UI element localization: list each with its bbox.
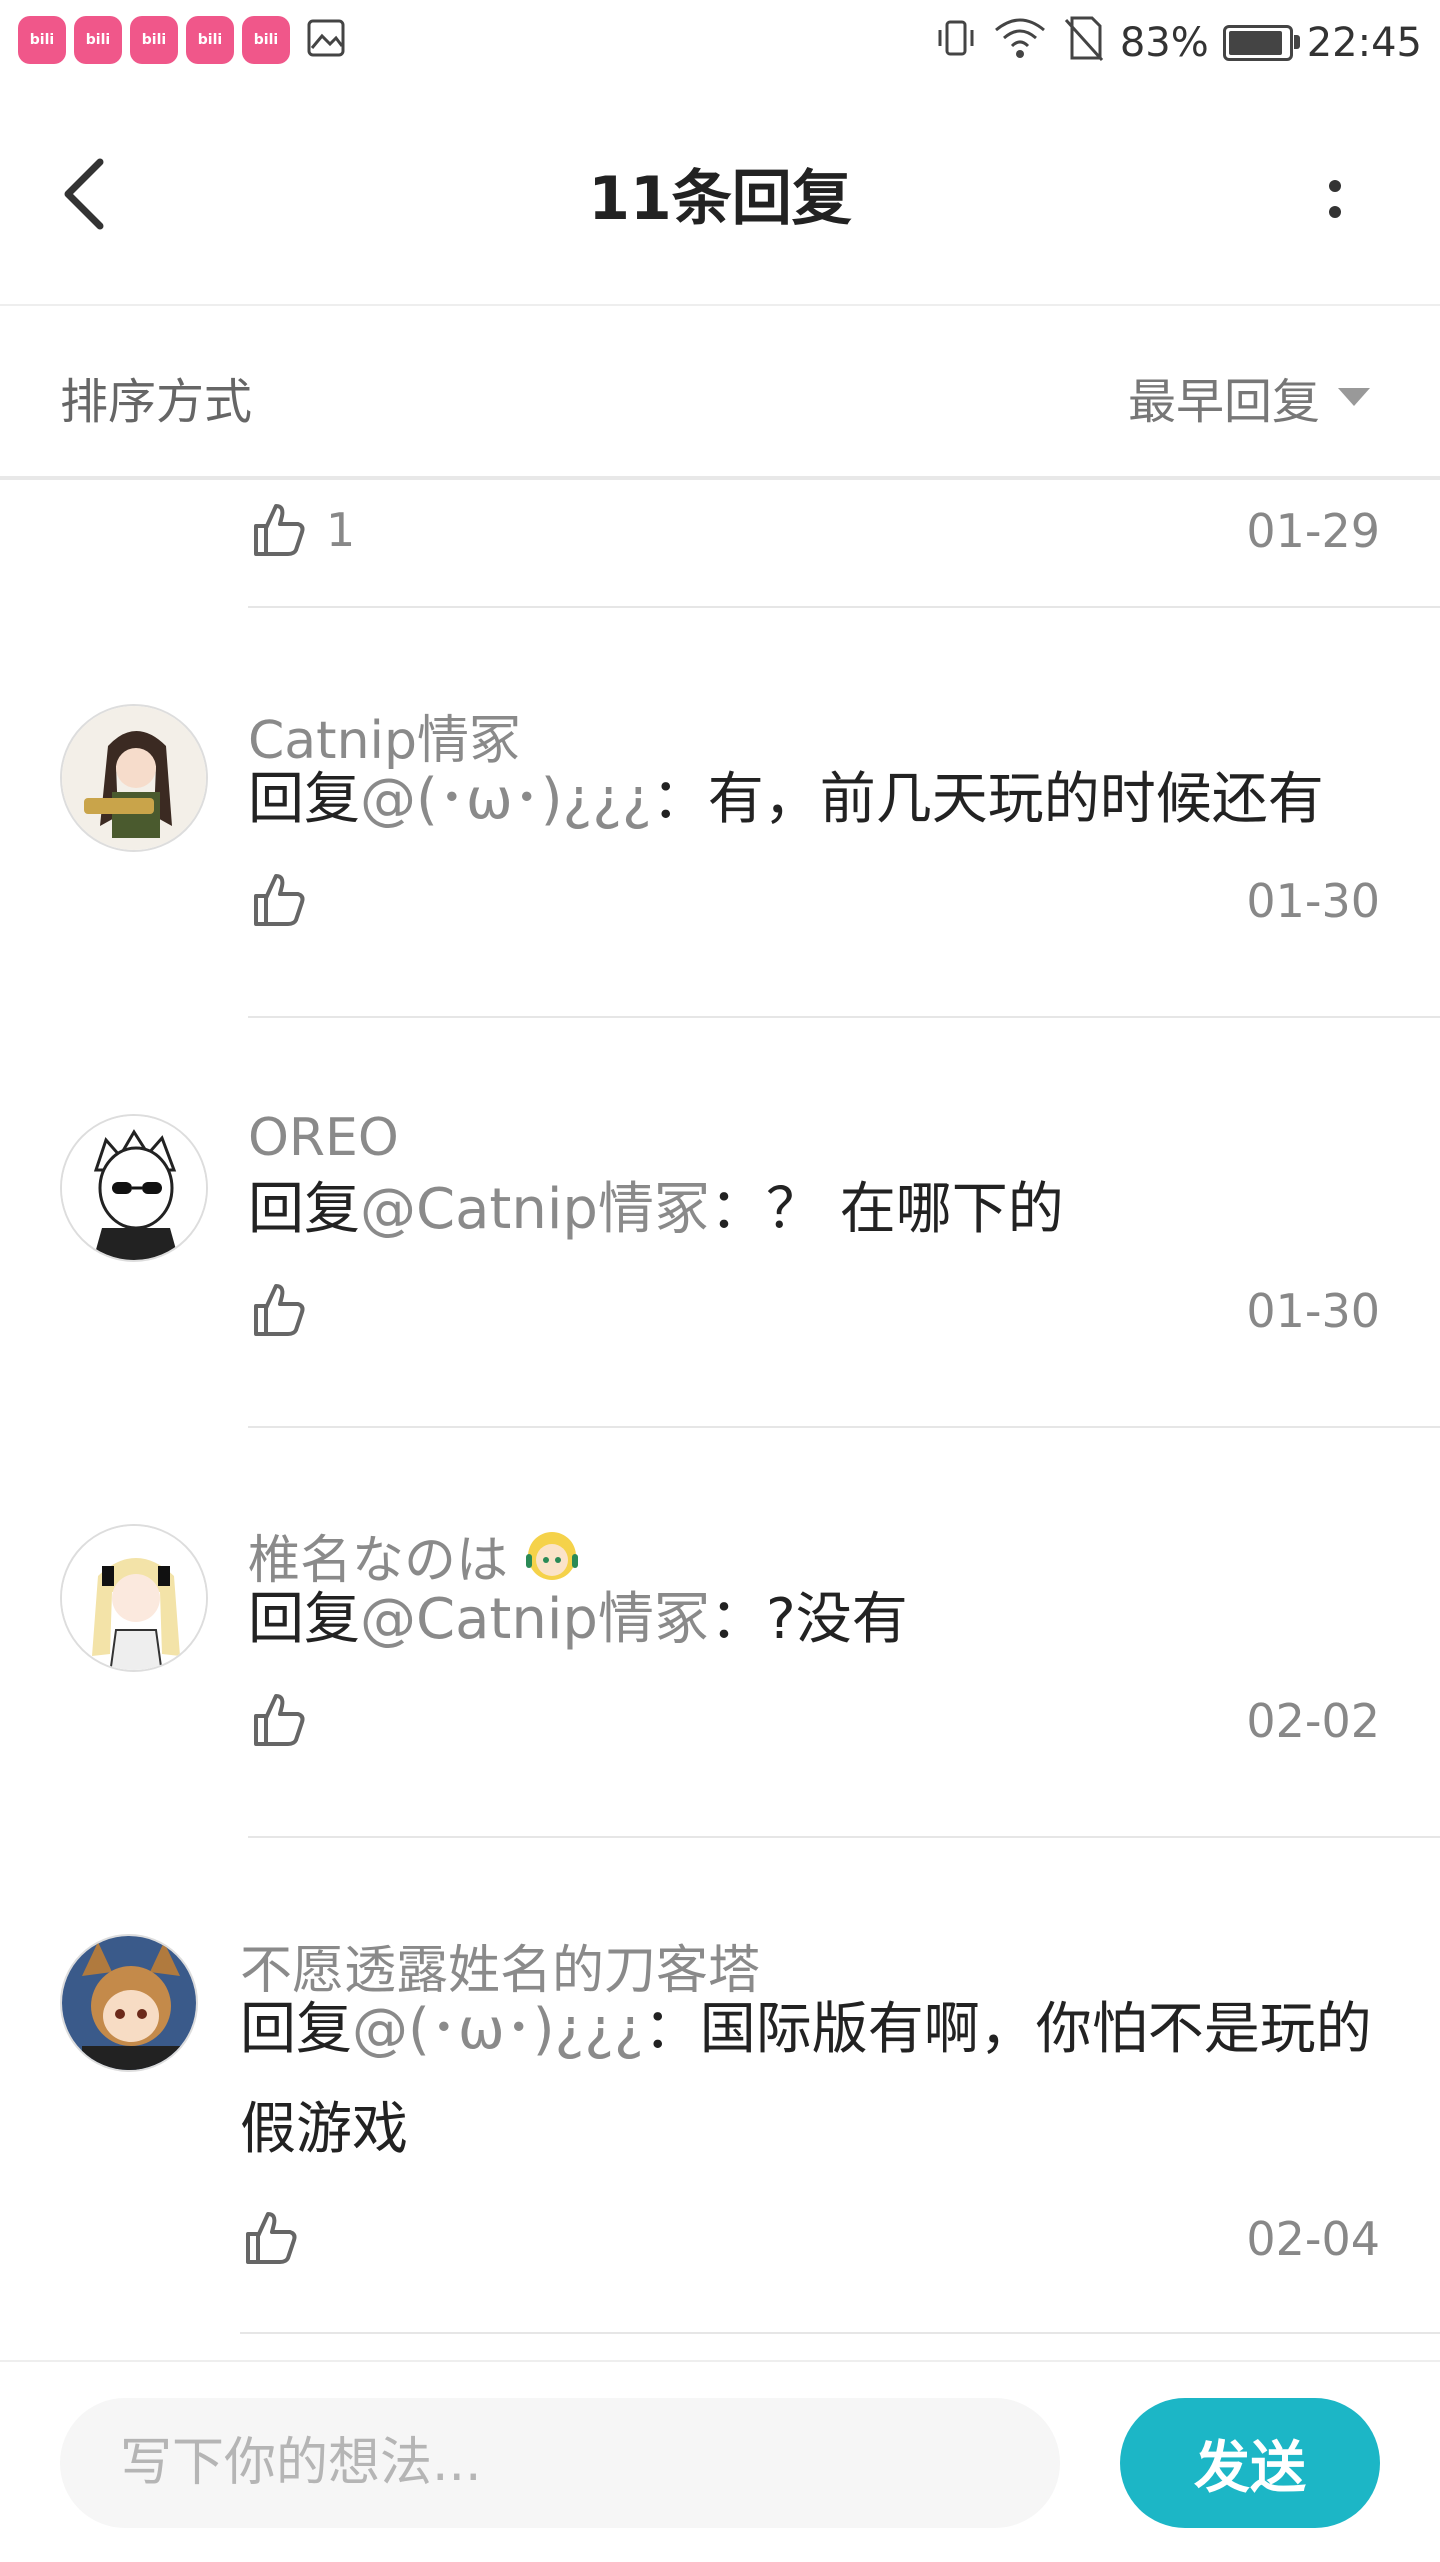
battery-icon bbox=[1222, 25, 1300, 61]
list-item: 1 01-29 bbox=[0, 480, 1440, 608]
bilibili-icon: bili bbox=[18, 16, 66, 64]
avatar[interactable] bbox=[60, 1524, 208, 1672]
reply-body: ：?没有 bbox=[709, 1587, 908, 1652]
dropdown-arrow-icon bbox=[1338, 388, 1370, 406]
reply-prefix: 回复 bbox=[248, 1177, 360, 1242]
thumbs-up-icon bbox=[254, 1694, 305, 1746]
avatar[interactable] bbox=[60, 1114, 208, 1262]
reply-date: 02-02 bbox=[1246, 1694, 1380, 1748]
like-button[interactable]: 1 bbox=[248, 500, 355, 560]
header: 11条回复 bbox=[0, 84, 1440, 306]
mention-link[interactable]: @(･ω･)¿¿¿ bbox=[352, 1997, 644, 2062]
bilibili-icon: bili bbox=[242, 16, 290, 64]
reply-text: 回复@Catnip情冢：？ 在哪下的 bbox=[248, 1160, 1380, 1260]
reply-list: 1 01-29 Catnip情冢 回复@(･ω･)¿¿¿：有，前几天玩的时候还有… bbox=[0, 480, 1440, 2334]
more-dot-icon bbox=[1329, 206, 1341, 218]
bilibili-icon: bili bbox=[74, 16, 122, 64]
no-sim-icon bbox=[1062, 14, 1106, 72]
more-dot-icon bbox=[1329, 180, 1341, 192]
reply-text: 回复@Catnip情冢：?没有 bbox=[248, 1570, 1380, 1670]
bilibili-icon: bili bbox=[130, 16, 178, 64]
clock: 22:45 bbox=[1306, 20, 1422, 66]
thumbs-up-icon bbox=[254, 874, 305, 926]
bilibili-icon: bili bbox=[186, 16, 234, 64]
reply-prefix: 回复 bbox=[248, 767, 360, 832]
wifi-icon bbox=[992, 16, 1048, 70]
list-item: Catnip情冢 回复@(･ω･)¿¿¿：有，前几天玩的时候还有 01-30 bbox=[0, 608, 1440, 1018]
gallery-icon bbox=[304, 16, 348, 60]
more-options-button[interactable] bbox=[1320, 174, 1350, 234]
like-button[interactable] bbox=[248, 1280, 308, 1340]
vibrate-icon bbox=[934, 16, 978, 70]
avatar[interactable] bbox=[60, 704, 208, 852]
reply-date: 02-04 bbox=[1246, 2212, 1380, 2266]
send-button[interactable]: 发送 bbox=[1120, 2398, 1380, 2528]
mention-link[interactable]: @Catnip情冢 bbox=[360, 1587, 710, 1652]
like-count: 1 bbox=[326, 503, 356, 557]
sort-dropdown[interactable]: 最早回复 bbox=[1128, 362, 1370, 432]
sort-selected: 最早回复 bbox=[1127, 374, 1320, 430]
status-bar: bili bili bili bili bili 83% 22:45 bbox=[0, 0, 1440, 84]
reply-text: 回复@(･ω･)¿¿¿：国际版有啊，你怕不是玩的假游戏 bbox=[240, 1980, 1380, 2180]
reply-prefix: 回复 bbox=[248, 1587, 360, 1652]
reply-date: 01-30 bbox=[1246, 1284, 1380, 1338]
mention-link[interactable]: @(･ω･)¿¿¿ bbox=[360, 767, 652, 832]
list-item: 椎名なのは 回复@Catnip情冢：?没有 02-02 bbox=[0, 1428, 1440, 1838]
like-button[interactable] bbox=[240, 2208, 300, 2268]
username[interactable]: OREO bbox=[248, 1108, 399, 1168]
mention-link[interactable]: @Catnip情冢 bbox=[360, 1177, 710, 1242]
reply-date: 01-30 bbox=[1246, 874, 1380, 928]
avatar[interactable] bbox=[60, 1934, 198, 2072]
reply-text: 回复@(･ω･)¿¿¿：有，前几天玩的时候还有 bbox=[248, 750, 1380, 850]
like-button[interactable] bbox=[248, 870, 308, 930]
compose-bar: 发送 bbox=[0, 2360, 1440, 2562]
thumbs-up-icon bbox=[246, 2212, 297, 2264]
page-title: 11条回复 bbox=[588, 164, 852, 234]
reply-prefix: 回复 bbox=[240, 1997, 352, 2062]
reply-body: ：？ 在哪下的 bbox=[709, 1177, 1064, 1242]
notification-icons: bili bili bili bili bili bbox=[18, 16, 348, 64]
reply-body: ：有，前几天玩的时候还有 bbox=[651, 767, 1324, 832]
reply-date: 01-29 bbox=[1246, 504, 1380, 558]
battery-percent: 83% bbox=[1119, 20, 1209, 66]
divider bbox=[240, 2332, 1440, 2334]
reply-input[interactable] bbox=[60, 2398, 1060, 2528]
like-button[interactable] bbox=[248, 1690, 308, 1750]
thumbs-up-icon bbox=[254, 1284, 305, 1336]
list-item: OREO 回复@Catnip情冢：？ 在哪下的 01-30 bbox=[0, 1018, 1440, 1428]
sort-label: 排序方式 bbox=[60, 374, 253, 430]
sort-bar: 排序方式 最早回复 bbox=[0, 306, 1440, 480]
list-item: 不愿透露姓名的刀客塔 回复@(･ω･)¿¿¿：国际版有啊，你怕不是玩的假游戏 0… bbox=[0, 1838, 1440, 2334]
thumbs-up-icon bbox=[254, 504, 305, 556]
